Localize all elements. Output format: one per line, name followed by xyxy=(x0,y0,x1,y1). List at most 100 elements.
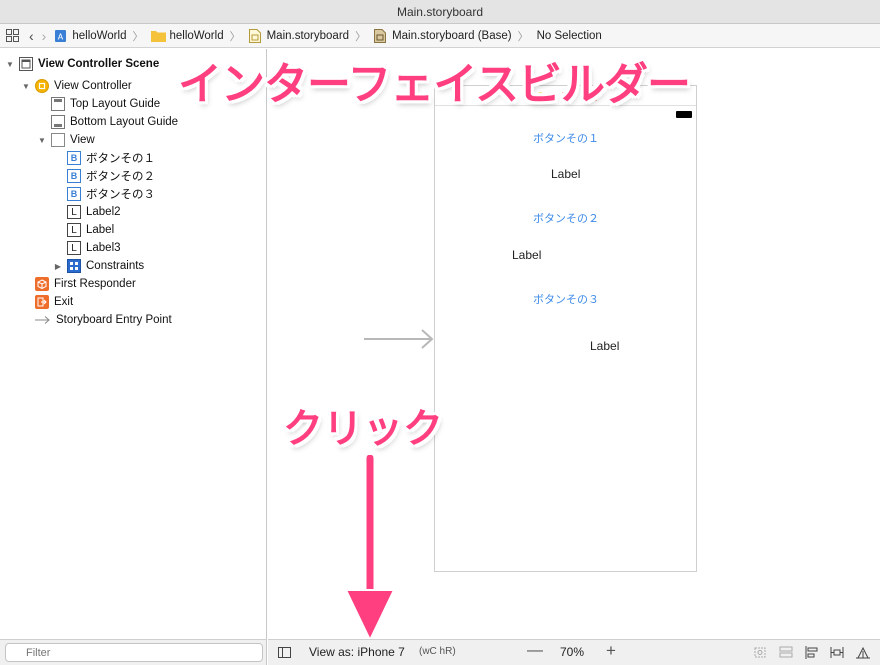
size-class-indicator: (wC hR) xyxy=(419,646,456,657)
svg-text:A: A xyxy=(58,32,64,41)
constraints-icon xyxy=(67,259,81,273)
outline-row-label3[interactable]: L Label3 xyxy=(67,239,121,257)
back-chevron-icon[interactable]: ‹ xyxy=(29,28,34,44)
window-title: Main.storyboard xyxy=(0,0,880,24)
pink-down-arrow-icon xyxy=(344,455,396,643)
outline-row-scene[interactable]: ▼ View Controller Scene xyxy=(5,55,159,73)
outline-row-first-responder[interactable]: First Responder xyxy=(35,275,136,293)
device-button-1[interactable]: ボタンその１ xyxy=(533,130,599,146)
forward-chevron-icon[interactable]: › xyxy=(42,28,47,44)
outline-filter-bar xyxy=(0,639,267,665)
device-label-a[interactable]: Label xyxy=(551,167,580,181)
zoom-out-button[interactable]: — xyxy=(527,642,543,660)
outline-bottom-guide-label: Bottom Layout Guide xyxy=(70,116,179,128)
outline-top-guide-label: Top Layout Guide xyxy=(70,98,161,110)
embed-in-stack-icon[interactable] xyxy=(779,646,793,659)
update-frames-icon[interactable] xyxy=(753,646,767,659)
entry-point-arrow-icon xyxy=(35,313,51,327)
storyboard-file-icon xyxy=(248,28,263,43)
folder-icon xyxy=(151,29,167,43)
annotation-click: クリック xyxy=(283,406,443,452)
outline-button-3-label: ボタンその３ xyxy=(86,189,155,201)
filter-input[interactable] xyxy=(5,643,263,662)
device-button-3[interactable]: ボタンその３ xyxy=(533,291,599,307)
breadcrumb-project[interactable]: A helloWorld xyxy=(54,29,126,43)
label-l-icon: L xyxy=(67,205,81,219)
disclosure-open-icon[interactable]: ▼ xyxy=(37,135,47,145)
breadcrumb-selection-label: No Selection xyxy=(536,29,602,42)
view-controller-icon xyxy=(35,79,49,93)
button-b-icon: B xyxy=(67,169,81,183)
device-button-2[interactable]: ボタンその２ xyxy=(533,210,599,226)
outline-first-responder-label: First Responder xyxy=(54,278,136,290)
breadcrumb-folder[interactable]: helloWorld xyxy=(151,29,224,43)
outline-scene-label: View Controller Scene xyxy=(38,58,160,70)
outline-label2-label: Label2 xyxy=(86,206,121,218)
outline-row-button-2[interactable]: B ボタンその２ xyxy=(67,167,155,185)
button-b-icon: B xyxy=(67,151,81,165)
scene-icon xyxy=(19,57,33,71)
outline-row-label2[interactable]: L Label2 xyxy=(67,203,121,221)
breadcrumb-selection[interactable]: No Selection xyxy=(537,30,602,42)
first-responder-cube-icon xyxy=(35,277,49,291)
button-b-icon: B xyxy=(67,187,81,201)
resolve-auto-layout-icon[interactable] xyxy=(856,646,870,659)
outline-row-view[interactable]: ▼ View xyxy=(37,131,95,149)
outline-row-button-3[interactable]: B ボタンその３ xyxy=(67,185,155,203)
view-icon xyxy=(51,133,65,147)
label-l-icon: L xyxy=(67,223,81,237)
label-l-icon: L xyxy=(67,241,81,255)
outline-button-1-label: ボタンその１ xyxy=(86,153,155,165)
storyboard-base-icon xyxy=(374,28,388,43)
document-outline: ▼ View Controller Scene ▼ View Controlle… xyxy=(0,49,267,639)
outline-row-exit[interactable]: Exit xyxy=(35,293,73,311)
hide-outline-panel-icon[interactable] xyxy=(278,647,291,658)
breadcrumb-project-label: helloWorld xyxy=(72,29,127,42)
breadcrumb-storyboard-base-label: Main.storyboard (Base) xyxy=(392,29,512,42)
breadcrumb-storyboard[interactable]: Main.storyboard xyxy=(248,28,350,43)
outline-label-label: Label xyxy=(86,224,115,236)
disclosure-closed-icon[interactable]: ▶ xyxy=(53,261,63,271)
outline-row-view-controller[interactable]: ▼ View Controller xyxy=(21,77,132,95)
device-label-c[interactable]: Label xyxy=(590,339,619,353)
zoom-level[interactable]: 70% xyxy=(560,645,584,659)
related-items-grid-icon[interactable] xyxy=(5,29,19,43)
battery-icon xyxy=(676,111,692,118)
align-icon[interactable] xyxy=(805,646,819,659)
outline-button-2-label: ボタンその２ xyxy=(86,171,155,183)
breadcrumb-storyboard-label: Main.storyboard xyxy=(266,29,350,42)
outline-row-label[interactable]: L Label xyxy=(67,221,114,239)
outline-exit-label: Exit xyxy=(54,296,74,308)
breadcrumb-folder-label: helloWorld xyxy=(169,29,224,42)
layout-guide-icon xyxy=(51,97,65,111)
outline-view-controller-label: View Controller xyxy=(54,80,132,92)
outline-label3-label: Label3 xyxy=(86,242,121,254)
xcode-project-icon: A xyxy=(54,29,68,43)
disclosure-open-icon[interactable]: ▼ xyxy=(5,59,15,69)
view-as-device-button[interactable]: View as: iPhone 7 xyxy=(309,645,405,659)
view-controller-frame[interactable]: ボタンその１ Label ボタンその２ Label ボタンその３ Label xyxy=(434,85,697,572)
layout-guide-icon xyxy=(51,115,65,129)
breadcrumb-storyboard-base[interactable]: Main.storyboard (Base) xyxy=(374,28,512,43)
canvas-bottom-bar: View as: iPhone 7 (wC hR) — 70% + xyxy=(268,639,880,665)
outline-row-constraints[interactable]: ▶ Constraints xyxy=(53,257,144,275)
add-constraints-icon[interactable] xyxy=(830,646,844,659)
outline-view-label: View xyxy=(70,134,95,146)
breadcrumb-separator-icon: 〉 xyxy=(132,30,144,43)
outline-row-bottom-layout-guide[interactable]: Bottom Layout Guide xyxy=(51,113,178,131)
breadcrumb-separator-icon: 〉 xyxy=(517,30,529,43)
disclosure-open-icon[interactable]: ▼ xyxy=(21,81,31,91)
outline-row-button-1[interactable]: B ボタンその１ xyxy=(67,149,155,167)
breadcrumb-separator-icon: 〉 xyxy=(355,30,367,43)
outline-entry-point-label: Storyboard Entry Point xyxy=(56,314,172,326)
exit-icon xyxy=(35,295,49,309)
breadcrumb-separator-icon: 〉 xyxy=(229,30,241,43)
storyboard-entry-arrow-icon[interactable] xyxy=(362,326,436,352)
outline-row-entry-point[interactable]: Storyboard Entry Point xyxy=(35,311,172,329)
device-label-b[interactable]: Label xyxy=(512,248,541,262)
outline-row-top-layout-guide[interactable]: Top Layout Guide xyxy=(51,95,160,113)
outline-constraints-label: Constraints xyxy=(86,260,145,272)
jump-bar: ‹ › A helloWorld 〉 helloWorld 〉 Main.sto… xyxy=(0,24,880,48)
annotation-title: インターフェイスビルダー xyxy=(178,59,691,110)
zoom-in-button[interactable]: + xyxy=(606,641,616,661)
